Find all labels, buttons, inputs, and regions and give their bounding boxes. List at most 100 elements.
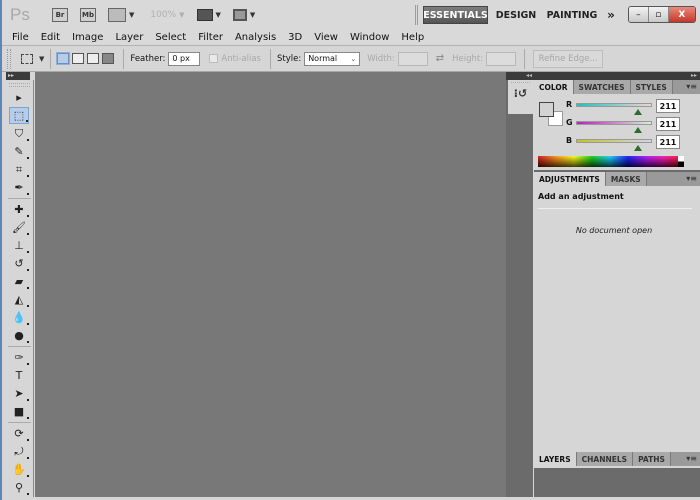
style-select[interactable]: Normal ⌄ <box>304 51 361 66</box>
history-brush-tool[interactable]: ↺ <box>9 255 29 272</box>
color-spectrum-ramp[interactable] <box>538 156 682 167</box>
arrange-documents-button[interactable]: ▼ <box>196 7 221 23</box>
restore-button[interactable]: ▫ <box>648 7 669 22</box>
height-input[interactable] <box>486 51 517 66</box>
close-button[interactable]: X <box>668 7 695 22</box>
green-value-input[interactable]: 211 <box>656 117 680 131</box>
tab-paths[interactable]: PATHS <box>633 452 671 466</box>
panel-menu-icon[interactable]: ▾≡ <box>686 82 697 91</box>
path-selection-tool[interactable]: ➤ <box>9 385 29 402</box>
quick-selection-tool[interactable]: ✎ <box>9 143 29 160</box>
bridge-icon: Br <box>52 8 68 22</box>
blue-slider[interactable] <box>576 139 652 143</box>
new-selection-button[interactable] <box>56 52 71 65</box>
eyedropper-tool[interactable]: ✒ <box>9 179 29 196</box>
red-slider[interactable] <box>576 103 652 107</box>
zoom-level[interactable]: 100% <box>150 10 176 20</box>
blur-tool[interactable]: 💧 <box>9 309 29 326</box>
menu-analysis[interactable]: Analysis <box>229 32 282 43</box>
view-extras-button[interactable]: ▼ <box>108 7 134 23</box>
toolbox-grip[interactable] <box>9 83 30 87</box>
menu-3d[interactable]: 3D <box>282 32 308 43</box>
red-label: R <box>566 100 573 109</box>
menu-select[interactable]: Select <box>149 32 192 43</box>
3d-rotate-icon: ⟳ <box>14 427 24 440</box>
subtract-from-selection-button[interactable] <box>87 53 100 64</box>
collapse-dock-icon[interactable]: ◂◂ <box>526 72 532 80</box>
antialias-label: Anti-alias <box>221 53 261 64</box>
feather-input[interactable]: 0 px <box>168 51 201 66</box>
red-slider-thumb[interactable] <box>634 109 642 115</box>
type-tool[interactable]: T <box>9 367 29 384</box>
launch-minibridge-button[interactable]: Mb <box>80 7 96 23</box>
tab-swatches[interactable]: SWATCHES <box>573 80 631 94</box>
green-slider[interactable] <box>576 121 652 125</box>
3d-orbit-tool[interactable]: ⤾ <box>9 443 29 460</box>
screen-mode-button[interactable]: ▼ <box>232 7 255 23</box>
lasso-tool[interactable]: ⛉ <box>9 125 29 142</box>
tab-channels[interactable]: CHANNELS <box>576 452 634 466</box>
workspace-essentials[interactable]: ESSENTIALS <box>423 6 488 24</box>
menu-window[interactable]: Window <box>344 32 395 43</box>
tab-color[interactable]: COLOR <box>534 80 574 94</box>
menu-image[interactable]: Image <box>66 32 109 43</box>
divider <box>538 208 692 209</box>
red-value-input[interactable]: 211 <box>656 99 680 113</box>
3d-rotate-tool[interactable]: ⟳ <box>9 425 29 442</box>
pen-tool[interactable]: ✑ <box>9 349 29 366</box>
zoom-tool[interactable]: ⚲ <box>9 479 29 496</box>
panel-column: COLOR SWATCHES STYLES ▾≡ R 211 G 211 B 2… <box>534 80 700 497</box>
3d-orbit-icon: ⤾ <box>14 444 24 458</box>
toolbox-header[interactable]: ▸▸ <box>6 72 30 80</box>
move-tool[interactable]: ▸ <box>9 89 29 106</box>
workspace-design[interactable]: DESIGN <box>494 6 538 24</box>
strip-grip[interactable] <box>511 82 530 85</box>
tab-masks[interactable]: MASKS <box>605 172 647 186</box>
menu-layer[interactable]: Layer <box>109 32 149 43</box>
menu-help[interactable]: Help <box>395 32 430 43</box>
eyedropper-icon: ✒ <box>14 181 24 194</box>
refine-edge-button[interactable]: Refine Edge... <box>533 49 604 68</box>
tool-preset-dropdown[interactable]: ▼ <box>39 55 44 63</box>
clone-stamp-tool[interactable]: ⊥ <box>9 237 29 254</box>
paint-bucket-tool[interactable]: ◭ <box>9 291 29 308</box>
green-slider-thumb[interactable] <box>634 127 642 133</box>
chevron-down-icon: ⌄ <box>350 54 357 63</box>
blue-value-input[interactable]: 211 <box>656 135 680 149</box>
swap-icon[interactable]: ⇄ <box>436 53 444 64</box>
launch-bridge-button[interactable]: Br <box>52 7 68 23</box>
history-panel-icon[interactable]: ⁝↺ <box>508 87 533 100</box>
tab-adjustments[interactable]: ADJUSTMENTS <box>534 172 606 186</box>
minimize-button[interactable]: – <box>629 7 649 22</box>
tab-layers[interactable]: LAYERS <box>534 452 577 466</box>
expand-dock-icon[interactable]: ▸▸ <box>691 72 697 80</box>
brush-tool[interactable]: 🖌 <box>9 219 29 236</box>
tab-styles[interactable]: STYLES <box>630 80 673 94</box>
menu-edit[interactable]: Edit <box>35 32 66 43</box>
intersect-selection-button[interactable] <box>102 53 115 64</box>
menu-view[interactable]: View <box>308 32 344 43</box>
options-bar-grip[interactable] <box>7 48 11 69</box>
tool-preset-icon[interactable] <box>21 53 33 64</box>
hand-tool[interactable]: ✋ <box>9 461 29 478</box>
more-workspaces-button[interactable]: » <box>600 6 622 24</box>
menu-filter[interactable]: Filter <box>192 32 229 43</box>
add-to-selection-button[interactable] <box>72 53 85 64</box>
blue-slider-thumb[interactable] <box>634 145 642 151</box>
document-canvas-area[interactable] <box>35 72 506 497</box>
black-white-swatch[interactable] <box>678 156 684 167</box>
rectangle-tool[interactable]: ■ <box>9 403 29 420</box>
spot-healing-tool[interactable]: ✚ <box>9 201 29 218</box>
antialias-checkbox[interactable] <box>209 54 219 63</box>
eraser-tool[interactable]: ▰ <box>9 273 29 290</box>
width-input[interactable] <box>397 51 428 66</box>
rectangular-marquee-tool[interactable]: ⬚ <box>9 107 29 124</box>
crop-tool[interactable]: ⌗ <box>9 161 29 178</box>
dodge-tool[interactable]: ● <box>9 327 29 344</box>
foreground-color-swatch[interactable] <box>539 102 554 117</box>
workspace-painting[interactable]: PAINTING <box>546 6 598 24</box>
panel-menu-icon[interactable]: ▾≡ <box>686 454 697 463</box>
menu-file[interactable]: File <box>2 32 35 43</box>
panel-menu-icon[interactable]: ▾≡ <box>686 174 697 183</box>
type-icon: T <box>15 369 23 382</box>
